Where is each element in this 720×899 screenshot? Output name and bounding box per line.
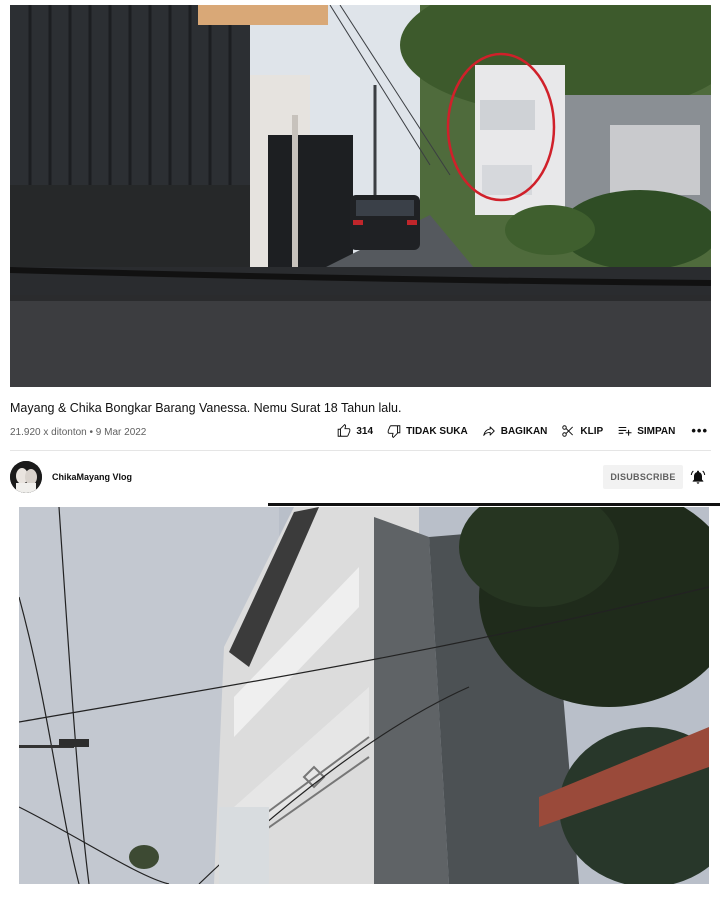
clip-label: KLIP — [580, 425, 604, 437]
share-button[interactable]: BAGIKAN — [482, 424, 548, 438]
video-player[interactable] — [10, 5, 711, 387]
more-actions-button[interactable]: ••• — [691, 424, 708, 437]
channel-info: ChikaMayang Vlog — [10, 461, 132, 493]
video-title: Mayang & Chika Bongkar Barang Vanessa. N… — [10, 401, 402, 415]
share-icon — [483, 426, 495, 436]
avatar[interactable] — [10, 461, 42, 493]
like-button[interactable]: 314 — [337, 424, 373, 438]
house-photo — [19, 507, 709, 884]
share-label: BAGIKAN — [500, 425, 548, 437]
divider — [10, 450, 711, 451]
scissors-icon — [562, 425, 574, 437]
save-label: SIMPAN — [637, 425, 676, 437]
notification-bell-button[interactable] — [690, 469, 706, 490]
playlist-add-icon — [618, 426, 632, 436]
video-frame-image — [10, 5, 711, 387]
avatar-image — [10, 461, 42, 493]
bell-icon — [690, 470, 706, 484]
action-bar: 314 TIDAK SUKA BAGIKAN KLIP SIMPAN ••• — [323, 424, 708, 438]
house-photo-image — [19, 507, 709, 884]
subscribe-button[interactable]: DISUBSCRIBE — [603, 465, 683, 489]
dislike-label: TIDAK SUKA — [406, 425, 468, 437]
dislike-button[interactable]: TIDAK SUKA — [387, 424, 468, 438]
clip-button[interactable]: KLIP — [561, 424, 603, 438]
like-count: 314 — [356, 425, 374, 437]
thumbs-down-icon — [387, 425, 401, 438]
separator-bar — [268, 503, 720, 506]
video-meta: 21.920 x ditonton • 9 Mar 2022 — [10, 427, 147, 438]
channel-name[interactable]: ChikaMayang Vlog — [52, 472, 132, 482]
save-button[interactable]: SIMPAN — [617, 424, 675, 438]
thumbs-up-icon — [338, 424, 351, 437]
